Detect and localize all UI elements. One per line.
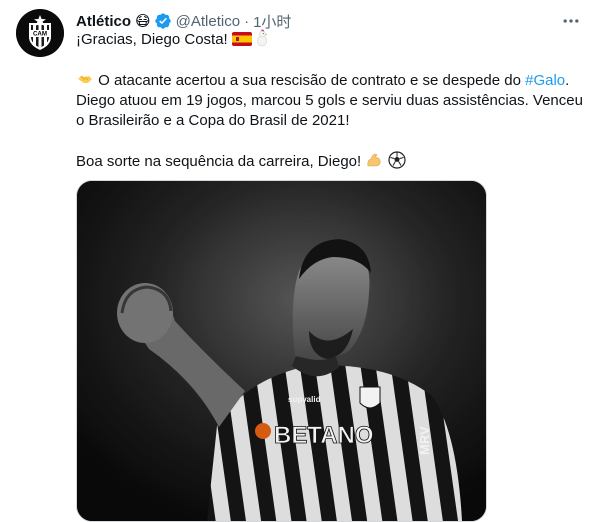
mask-emoji-icon: 😷 bbox=[135, 13, 151, 30]
tweet-line-5: Boa sorte na sequência da carreira, Dieg… bbox=[76, 151, 581, 172]
tweet-line-4: o Brasileirão e a Copa do Brasil de 2021… bbox=[76, 112, 350, 129]
tweet-text: ¡Gracias, Diego Costa! O atacante acerto… bbox=[76, 29, 583, 172]
tweet-line-1-text: ¡Gracias, Diego Costa! bbox=[76, 31, 228, 48]
spain-flag-icon bbox=[231, 32, 252, 46]
tweet-card[interactable]: CAM Atlético 😷 @Atletico · 1小时 ¡Gracias,… bbox=[0, 0, 598, 522]
tweet-header: Atlético 😷 @Atletico · 1小时 bbox=[76, 11, 291, 31]
avatar-crest-text: CAM bbox=[33, 31, 47, 38]
galo-hashtag-link[interactable]: #Galo bbox=[525, 72, 565, 89]
verified-badge-icon bbox=[154, 13, 171, 29]
handshake-icon bbox=[78, 75, 92, 83]
tweet-line-2: O atacante acertou a sua rescisão de con… bbox=[76, 70, 581, 91]
tweet-line-3: Diego atuou em 19 jogos, marcou 5 gols e… bbox=[76, 92, 583, 109]
separator-dot: · bbox=[244, 12, 250, 30]
tweet-line-2-text: O atacante acertou a sua rescisão de con… bbox=[94, 72, 526, 89]
tweet-line-5-text: Boa sorte na sequência da carreira, Dieg… bbox=[76, 153, 362, 170]
tweet-media-photo[interactable]: BETANO supvalid MRV bbox=[76, 180, 487, 522]
soccer-ball-icon bbox=[387, 151, 406, 169]
atletico-crest-icon: CAM bbox=[16, 9, 64, 57]
author-handle[interactable]: @Atletico bbox=[176, 13, 240, 30]
diego-costa-photo: BETANO supvalid MRV bbox=[77, 181, 486, 521]
flexed-bicep-icon bbox=[367, 153, 381, 167]
chicken-icon bbox=[256, 29, 268, 47]
avatar[interactable]: CAM bbox=[16, 9, 64, 57]
more-icon bbox=[563, 19, 579, 23]
tweet-line-1: ¡Gracias, Diego Costa! bbox=[76, 29, 581, 50]
author-name[interactable]: Atlético bbox=[76, 13, 131, 30]
tweet-line-2-suffix: . bbox=[565, 72, 570, 89]
